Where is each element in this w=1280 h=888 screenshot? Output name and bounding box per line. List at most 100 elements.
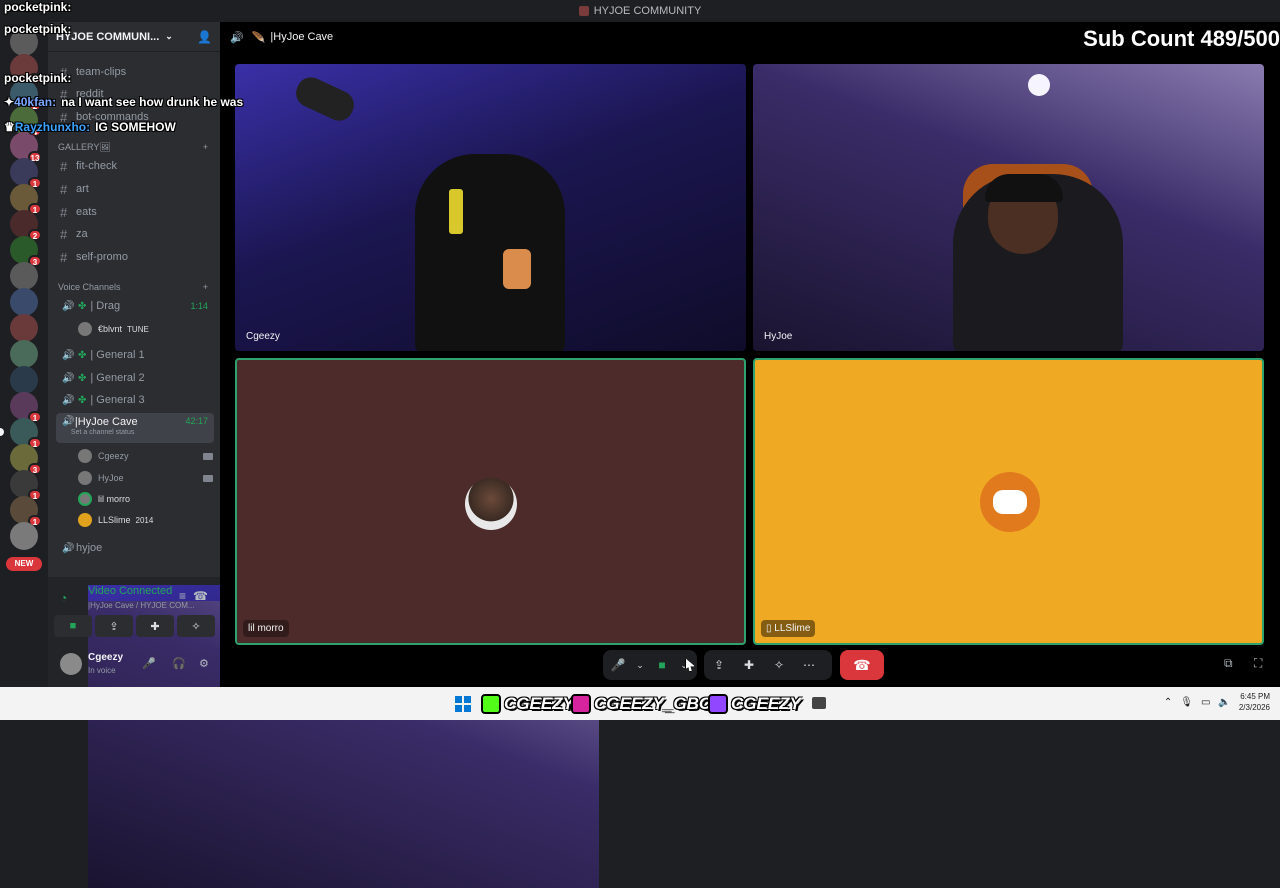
channel-za[interactable]: # za [56, 224, 214, 244]
unread-indicator [0, 428, 4, 436]
mute-button[interactable]: 🎤 [603, 650, 633, 680]
plus-icon[interactable]: + [203, 282, 208, 292]
server-icon[interactable]: 1 [10, 496, 42, 527]
clock[interactable]: 6:45 PM 2/3/2026 [1239, 691, 1270, 713]
voice-channel-general-2[interactable]: 🔊 ✤ | General 2 [56, 368, 214, 388]
camera-icon: ■ [658, 658, 666, 672]
channel-status[interactable]: Set a channel status [71, 429, 134, 436]
social-instagram: CGEEZY_GBC [571, 693, 711, 715]
taskbar-app-icon[interactable] [812, 697, 826, 709]
hash-icon: # [60, 181, 68, 197]
mic-options-button[interactable]: ⌄ [633, 650, 647, 680]
speaker-icon: 🔊 [62, 394, 75, 406]
server-icon[interactable] [10, 522, 38, 550]
server-icon[interactable]: 3 [10, 444, 42, 475]
chat-username: pocketpink: [4, 0, 72, 14]
voice-user[interactable]: lil morro [78, 490, 213, 508]
voice-user[interactable]: Cgeezy [78, 447, 213, 465]
more-options-button[interactable]: ⋯ [794, 650, 824, 680]
headset-icon[interactable]: 🎧 [172, 657, 186, 670]
channel-fit-check[interactable]: # fit-check [56, 156, 214, 176]
disconnect-icon[interactable]: ☎ [193, 589, 208, 603]
soundboard-button[interactable]: ✧ [764, 650, 794, 680]
voice-user-name: LLSlime [98, 515, 131, 525]
server-icon[interactable] [10, 288, 38, 316]
noise-suppression-icon[interactable]: ≡ [179, 589, 186, 603]
server-icon[interactable] [10, 314, 38, 342]
voice-channel-hyjoe-cave[interactable]: 🔊 |HyJoe Cave Set a channel status 42:17 [56, 413, 214, 443]
activity-group: ⇪ ✚ ✧ ⋯ [704, 650, 832, 680]
server-icon[interactable]: 1 [10, 158, 42, 189]
video-tile-cgeezy[interactable]: Cgeezy [235, 64, 746, 351]
popout-icon[interactable]: ⧉ [1224, 656, 1233, 671]
volume-icon[interactable]: 🔈 [1218, 697, 1230, 708]
mic-icon[interactable]: 🎤 [142, 657, 156, 670]
server-icon[interactable]: 1 [10, 184, 42, 215]
server-icon[interactable]: 1 [10, 392, 42, 423]
social-handle: CGEEZY [504, 694, 574, 713]
tile-name-label: HyJoe [764, 331, 793, 342]
channel-art[interactable]: # art [56, 179, 214, 199]
chat-message: pocketpink: [4, 71, 76, 85]
plus-icon[interactable]: + [203, 142, 208, 153]
camera-button[interactable]: ■ [54, 615, 92, 637]
soundboard-icon: ✧ [191, 620, 201, 633]
voice-channel-hyjoe[interactable]: 🔊 hyjoe [56, 538, 214, 558]
fullscreen-icon[interactable]: ⛶ [1254, 656, 1262, 671]
category-voice[interactable]: Voice Channels + [58, 282, 208, 292]
avatar [60, 653, 82, 675]
voice-user[interactable]: LLSlime 2014 [78, 511, 213, 529]
activity-button[interactable]: ✚ [734, 650, 764, 680]
voice-user-name: lil morro [98, 494, 131, 504]
chat-username: pocketpink: [4, 71, 72, 85]
server-icon[interactable] [10, 340, 38, 368]
gear-icon[interactable]: ⚙ [199, 657, 209, 670]
channel-label: self-promo [76, 251, 128, 263]
soundboard-button[interactable]: ✧ [177, 615, 215, 637]
voice-user-name: €blvnt [98, 324, 123, 334]
voice-user-name: HyJoe [98, 473, 124, 483]
server-icon[interactable] [10, 262, 38, 290]
video-tile-lil-morro[interactable]: lil morro [235, 358, 746, 645]
speaker-icon: 🔊 [62, 416, 75, 427]
avatar [78, 492, 92, 506]
channel-eats[interactable]: # eats [56, 202, 214, 222]
camera-toggle-button[interactable]: ■ [647, 650, 677, 680]
hash-icon: # [60, 226, 68, 242]
video-tile-llslime[interactable]: ▯ LLSlime [753, 358, 1264, 645]
screen-share-button[interactable]: ⇪ [704, 650, 734, 680]
server-icon[interactable] [10, 366, 38, 394]
voice-channel-drag[interactable]: 🔊 ✤ | Drag 1:14 [56, 296, 214, 316]
participant-video [415, 154, 565, 351]
tile-name-label: lil morro [243, 620, 289, 637]
server-icon[interactable]: 1 [10, 470, 42, 501]
mic-icon[interactable]: 🎙 [1180, 697, 1193, 708]
network-icon[interactable]: ▭ [1201, 697, 1210, 708]
hash-icon: # [60, 249, 68, 265]
windows-start-icon[interactable] [455, 696, 471, 712]
voice-channel-label: | General 2 [90, 372, 145, 384]
camera-icon [203, 474, 213, 482]
voice-user[interactable]: HyJoe [78, 469, 213, 487]
voice-channel-general-3[interactable]: 🔊 ✤ | General 3 [56, 390, 214, 410]
disconnect-button[interactable]: ☎ [840, 650, 884, 680]
video-tile-hyjoe[interactable]: HyJoe [753, 64, 1264, 351]
mic-icon: 🎤 [610, 658, 626, 672]
user-area[interactable]: Cgeezy In voice 🎤 🎧 ⚙ [54, 649, 214, 681]
server-icon[interactable]: 3 [10, 236, 42, 267]
screen-share-button[interactable]: ⇪ [95, 615, 133, 637]
category-gallery[interactable]: GALLERY🖼 + [58, 142, 208, 153]
channel-self-promo[interactable]: # self-promo [56, 247, 214, 267]
activity-button[interactable]: ✚ [136, 615, 174, 637]
chevron-up-icon[interactable]: ⌃ [1164, 697, 1172, 708]
system-tray: ⌃ 🎙 ▭ 🔈 6:45 PM 2/3/2026 [1164, 691, 1270, 713]
soundboard-icon: ✧ [773, 658, 785, 672]
voice-channel-label: | Drag [90, 300, 121, 312]
server-icon[interactable]: 1 [0, 418, 42, 449]
voice-channel-general-1[interactable]: 🔊 ✤ | General 1 [56, 345, 214, 365]
voice-user[interactable]: €blvnt TUNE [78, 320, 213, 338]
server-icon[interactable]: 2 [10, 210, 42, 241]
signal-icon[interactable]: ◔ [60, 591, 67, 605]
chat-message: pocketpink: [4, 22, 76, 36]
new-badge[interactable]: NEW [6, 557, 42, 571]
